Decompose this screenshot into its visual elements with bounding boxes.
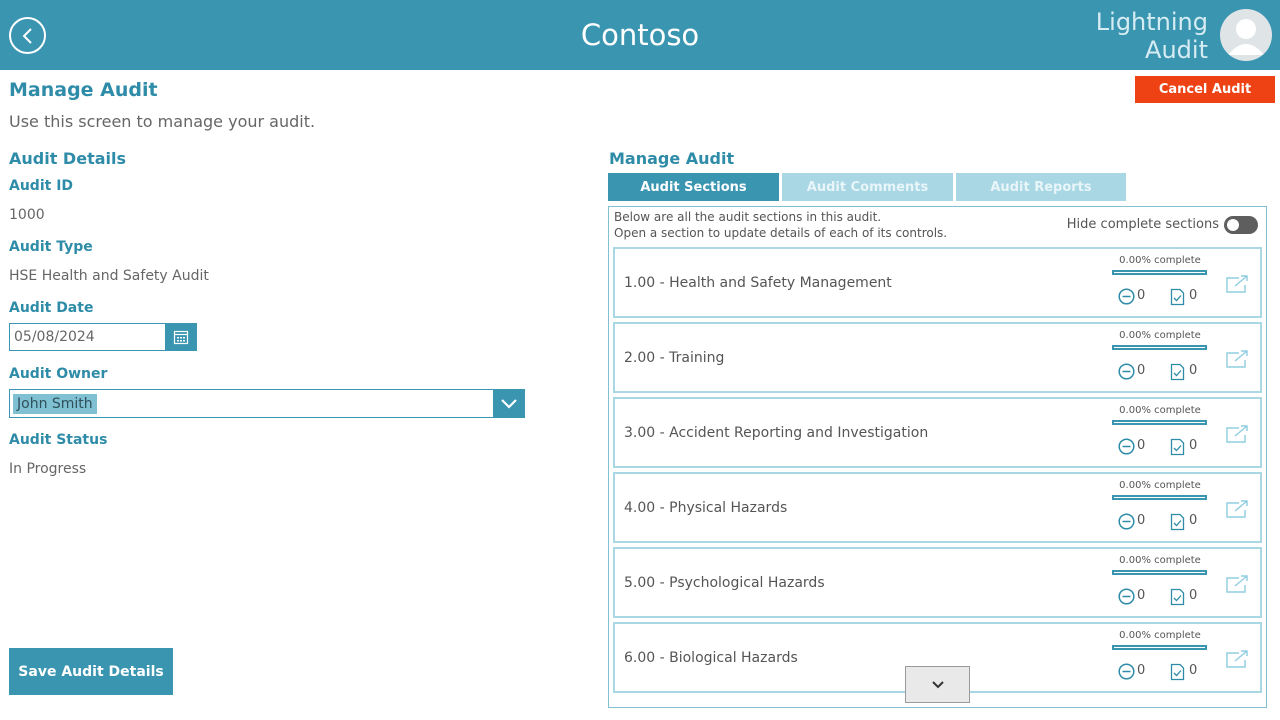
completed-count: 0	[1189, 438, 1198, 453]
page-subtitle: Use this screen to manage your audit.	[9, 112, 316, 131]
tab-audit-comments[interactable]: Audit Comments	[782, 173, 953, 201]
calendar-icon	[173, 330, 189, 345]
section-row[interactable]: 5.00 - Psychological Hazards 0.00% comple…	[613, 547, 1262, 618]
completed-document-icon[interactable]	[1170, 363, 1185, 381]
tab-audit-reports[interactable]: Audit Reports	[956, 173, 1126, 201]
section-progress-bar	[1112, 345, 1207, 350]
scroll-down-button[interactable]	[905, 666, 970, 703]
completed-document-icon[interactable]	[1170, 288, 1185, 306]
page-title: Manage Audit	[9, 79, 158, 101]
section-row[interactable]: 2.00 - Training 0.00% complete 0 0	[613, 322, 1262, 393]
completed-document-icon[interactable]	[1170, 438, 1185, 456]
open-external-icon[interactable]	[1225, 574, 1249, 594]
section-progress-text: 0.00% complete	[1119, 330, 1201, 341]
top-bar: Contoso Lightning Audit	[0, 0, 1280, 70]
open-external-icon[interactable]	[1225, 274, 1249, 294]
section-progress-bar	[1112, 645, 1207, 650]
completed-count: 0	[1189, 288, 1198, 303]
not-applicable-icon[interactable]	[1118, 363, 1135, 380]
not-applicable-icon[interactable]	[1118, 663, 1135, 680]
section-progress-text: 0.00% complete	[1119, 255, 1201, 266]
cancel-audit-button[interactable]: Cancel Audit	[1135, 76, 1275, 103]
audit-type-label: Audit Type	[9, 239, 93, 255]
intro-line-1: Below are all the audit sections in this…	[614, 210, 882, 224]
user-avatar-icon[interactable]	[1220, 9, 1272, 61]
open-external-icon[interactable]	[1225, 649, 1249, 669]
open-external-icon[interactable]	[1225, 424, 1249, 444]
section-label: 2.00 - Training	[624, 350, 725, 366]
section-progress-bar	[1112, 495, 1207, 500]
section-progress-bar	[1112, 570, 1207, 575]
not-applicable-count: 0	[1137, 588, 1146, 603]
audit-id-label: Audit ID	[9, 178, 74, 194]
not-applicable-icon[interactable]	[1118, 588, 1135, 605]
audit-date-field[interactable]: 05/08/2024	[9, 323, 166, 351]
brand-line-1: Lightning	[1095, 8, 1208, 36]
completed-count: 0	[1189, 663, 1198, 678]
not-applicable-count: 0	[1137, 288, 1146, 303]
section-label: 1.00 - Health and Safety Management	[624, 275, 892, 291]
owner-dropdown-button[interactable]	[493, 389, 525, 418]
hide-complete-label: Hide complete sections	[1066, 217, 1219, 232]
completed-count: 0	[1189, 513, 1198, 528]
completed-count: 0	[1189, 588, 1198, 603]
date-picker-button[interactable]	[165, 323, 197, 351]
audit-owner-dropdown[interactable]: John Smith	[9, 389, 494, 418]
section-label: 3.00 - Accident Reporting and Investigat…	[624, 425, 929, 441]
chevron-down-icon	[931, 681, 944, 689]
audit-status-label: Audit Status	[9, 432, 108, 448]
audit-date-label: Audit Date	[9, 300, 94, 316]
audit-owner-label: Audit Owner	[9, 366, 108, 382]
completed-document-icon[interactable]	[1170, 588, 1185, 606]
audit-owner-selected: John Smith	[13, 394, 97, 414]
audit-status-value: In Progress	[9, 461, 87, 477]
audit-details-heading: Audit Details	[9, 149, 126, 168]
section-label: 5.00 - Psychological Hazards	[624, 575, 825, 591]
not-applicable-icon[interactable]	[1118, 438, 1135, 455]
not-applicable-count: 0	[1137, 663, 1146, 678]
completed-count: 0	[1189, 363, 1198, 378]
brand-logo: Lightning Audit	[1096, 8, 1208, 64]
section-row[interactable]: 1.00 - Health and Safety Management 0.00%…	[613, 247, 1262, 318]
not-applicable-icon[interactable]	[1118, 513, 1135, 530]
audit-type-value: HSE Health and Safety Audit	[9, 268, 209, 284]
open-external-icon[interactable]	[1225, 499, 1249, 519]
not-applicable-count: 0	[1137, 438, 1146, 453]
panel-intro: Below are all the audit sections in this…	[614, 209, 947, 241]
not-applicable-count: 0	[1137, 363, 1146, 378]
not-applicable-count: 0	[1137, 513, 1146, 528]
audit-id-value: 1000	[9, 207, 45, 223]
brand-line-2: Audit	[1145, 36, 1208, 64]
section-progress-text: 0.00% complete	[1119, 630, 1201, 641]
hide-complete-toggle[interactable]	[1224, 216, 1258, 234]
section-progress-text: 0.00% complete	[1119, 405, 1201, 416]
app-title: Contoso	[580, 18, 700, 52]
not-applicable-icon[interactable]	[1118, 288, 1135, 305]
section-row[interactable]: 4.00 - Physical Hazards 0.00% complete 0 0	[613, 472, 1262, 543]
completed-document-icon[interactable]	[1170, 663, 1185, 681]
intro-line-2: Open a section to update details of each…	[614, 226, 948, 240]
section-row[interactable]: 3.00 - Accident Reporting and Investigat…	[613, 397, 1262, 468]
section-label: 6.00 - Biological Hazards	[624, 650, 798, 666]
section-progress-bar	[1112, 270, 1207, 275]
chevron-down-icon	[501, 398, 517, 409]
section-progress-text: 0.00% complete	[1119, 555, 1201, 566]
section-label: 4.00 - Physical Hazards	[624, 500, 788, 516]
audit-sections-panel: Below are all the audit sections in this…	[608, 206, 1267, 708]
save-audit-details-button[interactable]: Save Audit Details	[9, 648, 173, 695]
completed-document-icon[interactable]	[1170, 513, 1185, 531]
open-external-icon[interactable]	[1225, 349, 1249, 369]
section-progress-bar	[1112, 420, 1207, 425]
tab-audit-sections[interactable]: Audit Sections	[608, 173, 779, 201]
section-progress-text: 0.00% complete	[1119, 480, 1201, 491]
manage-audit-heading: Manage Audit	[609, 149, 735, 168]
toggle-knob	[1227, 219, 1239, 231]
